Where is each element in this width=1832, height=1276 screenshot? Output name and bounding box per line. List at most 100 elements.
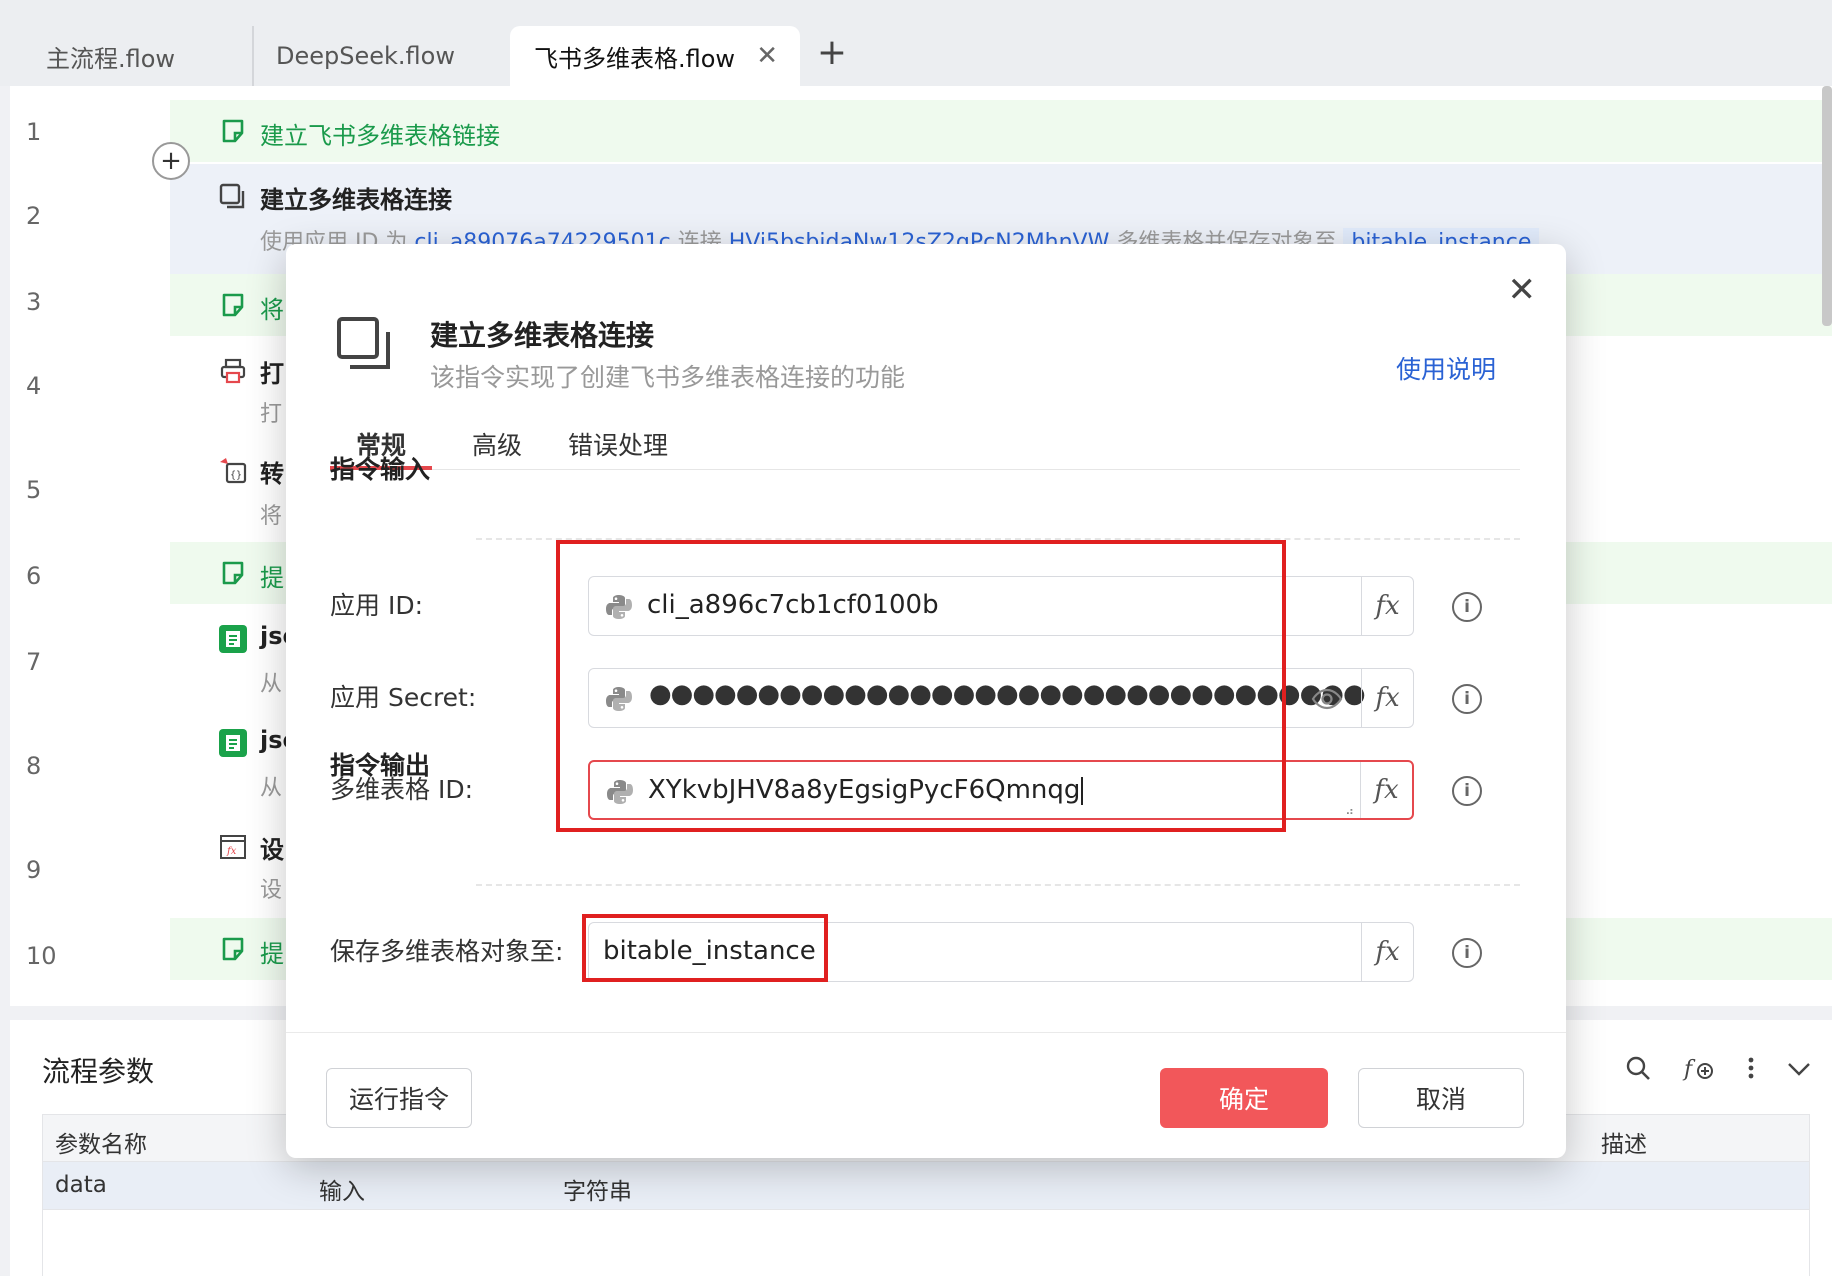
row-title: 建立飞书多维表格链接: [260, 122, 500, 150]
dialog-footer-divider: [286, 1032, 1566, 1033]
note-icon: [218, 290, 248, 320]
printer-icon: [218, 356, 248, 386]
tab-label: 飞书多维表格.flow: [534, 44, 736, 73]
copy-icon: [218, 182, 248, 212]
row-title: 提: [260, 564, 284, 592]
line-number: 8: [26, 752, 42, 780]
dialog-subtitle: 该指令实现了创建飞书多维表格连接的功能: [430, 363, 906, 392]
row-title: 将: [260, 296, 284, 324]
output-section-title: 指令输出: [330, 751, 431, 780]
tab-deepseek-flow[interactable]: DeepSeek.flow: [252, 26, 507, 86]
tab-error-handling[interactable]: 错误处理: [542, 426, 694, 470]
add-tab-button[interactable]: +: [812, 32, 852, 73]
line-number: 10: [26, 942, 57, 970]
row-description: 从: [260, 672, 283, 697]
function-box-icon: fx: [218, 832, 248, 862]
table-row[interactable]: data 输入 字符串: [42, 1162, 1810, 1210]
tab-main-flow[interactable]: 主流程.flow: [10, 26, 250, 86]
dialog-tabs: 常规 高级 错误处理: [330, 414, 1520, 470]
table-id-input[interactable]: XYkvbJHV8a8yEgsigPycF6Qmnqg ⠴ fx: [588, 760, 1414, 820]
field-label: 保存多维表格对象至:: [330, 937, 564, 966]
eye-icon[interactable]: [1311, 685, 1343, 713]
line-number: 4: [26, 372, 42, 400]
line-gutter: 1 2 3 4 5 6 7 8 9 10: [10, 86, 170, 1006]
line-number: 9: [26, 856, 42, 884]
flow-row-comment[interactable]: 建立飞书多维表格链接: [170, 100, 1832, 162]
app-secret-input[interactable]: ●●●●●●●●●●●●●●●●●●●●●●●●●●●●●●●●● fx: [588, 668, 1414, 728]
copy-icon: [336, 316, 396, 372]
params-title: 流程参数: [42, 1055, 155, 1088]
row-title: 建立多维表格连接: [260, 186, 452, 214]
input-section-title: 指令输入: [330, 455, 431, 484]
json-sheet-icon: [218, 624, 248, 654]
row-description: 将: [260, 504, 283, 529]
save-to-variable-input[interactable]: bitable_instance fx: [588, 922, 1414, 982]
field-label: 应用 Secret:: [330, 683, 477, 712]
param-type: 字符串: [563, 1179, 632, 1205]
chevron-down-icon[interactable]: [1786, 1054, 1812, 1089]
json-convert-icon: {}: [218, 456, 248, 486]
resize-handle-icon[interactable]: ⠴: [1345, 805, 1354, 817]
row-title: 打: [260, 360, 284, 388]
note-icon: [218, 116, 248, 146]
tab-label: 主流程.flow: [46, 44, 176, 73]
note-icon: [218, 934, 248, 964]
line-number: 1: [26, 118, 42, 146]
run-command-button[interactable]: 运行指令: [326, 1068, 472, 1128]
json-sheet-icon: [218, 728, 248, 758]
more-vertical-icon[interactable]: [1746, 1054, 1756, 1089]
line-number: 5: [26, 476, 42, 504]
confirm-button[interactable]: 确定: [1160, 1068, 1328, 1128]
fx-icon[interactable]: fx: [1360, 762, 1412, 818]
editor-scrollbar[interactable]: [1822, 86, 1832, 326]
svg-text:fx: fx: [226, 846, 237, 857]
fx-icon[interactable]: fx: [1361, 669, 1413, 727]
app-id-input[interactable]: cli_a896c7cb1cf0100b fx: [588, 576, 1414, 636]
column-header: 参数名称: [55, 1132, 147, 1158]
row-title: 提: [260, 940, 284, 968]
info-icon[interactable]: i: [1452, 592, 1482, 622]
python-icon: [605, 685, 633, 713]
field-label: 应用 ID:: [330, 591, 423, 620]
params-toolbar: f: [1624, 1054, 1812, 1089]
fx-icon[interactable]: fx: [1361, 923, 1413, 981]
param-name: data: [55, 1172, 107, 1198]
insert-step-button[interactable]: +: [152, 142, 190, 180]
param-direction: 输入: [319, 1179, 365, 1205]
cancel-button[interactable]: 取消: [1358, 1068, 1524, 1128]
python-icon: [606, 778, 634, 806]
search-icon[interactable]: [1624, 1054, 1652, 1089]
note-icon: [218, 558, 248, 588]
row-title: 设: [260, 836, 284, 864]
column-header: 描述: [1601, 1132, 1647, 1158]
section-divider: [476, 884, 1520, 886]
line-number: 2: [26, 202, 42, 230]
tab-advanced[interactable]: 高级: [446, 426, 548, 470]
section-divider: [476, 538, 1520, 540]
close-tab-icon[interactable]: ✕: [756, 41, 778, 71]
row-description: 打: [260, 402, 283, 427]
svg-text:f: f: [1682, 1057, 1696, 1082]
tab-label: DeepSeek.flow: [276, 42, 455, 70]
command-config-dialog: ✕ 建立多维表格连接 该指令实现了创建飞书多维表格连接的功能 使用说明 常规 高…: [286, 244, 1566, 1158]
close-icon[interactable]: ✕: [1508, 270, 1537, 310]
fx-icon[interactable]: fx: [1361, 577, 1413, 635]
dialog-title: 建立多维表格连接: [430, 319, 655, 352]
masked-secret: ●●●●●●●●●●●●●●●●●●●●●●●●●●●●●●●●●: [649, 679, 1366, 709]
info-icon[interactable]: i: [1452, 776, 1482, 806]
table-id-value: XYkvbJHV8a8yEgsigPycF6Qmnqg: [648, 775, 1084, 805]
row-description: 设: [260, 878, 283, 903]
info-icon[interactable]: i: [1452, 938, 1482, 968]
line-number: 3: [26, 288, 42, 316]
table-empty-area: [42, 1210, 1810, 1276]
python-icon: [605, 593, 633, 621]
app-id-value: cli_a896c7cb1cf0100b: [647, 590, 939, 620]
info-icon[interactable]: i: [1452, 684, 1482, 714]
svg-text:{}: {}: [230, 470, 242, 481]
line-number: 6: [26, 562, 42, 590]
add-function-icon[interactable]: f: [1682, 1054, 1716, 1089]
text-cursor: [1081, 776, 1084, 805]
help-link[interactable]: 使用说明: [1396, 350, 1496, 386]
tab-feishu-bitable-flow[interactable]: 飞书多维表格.flow ✕: [510, 26, 800, 86]
row-title: 转: [260, 460, 284, 488]
